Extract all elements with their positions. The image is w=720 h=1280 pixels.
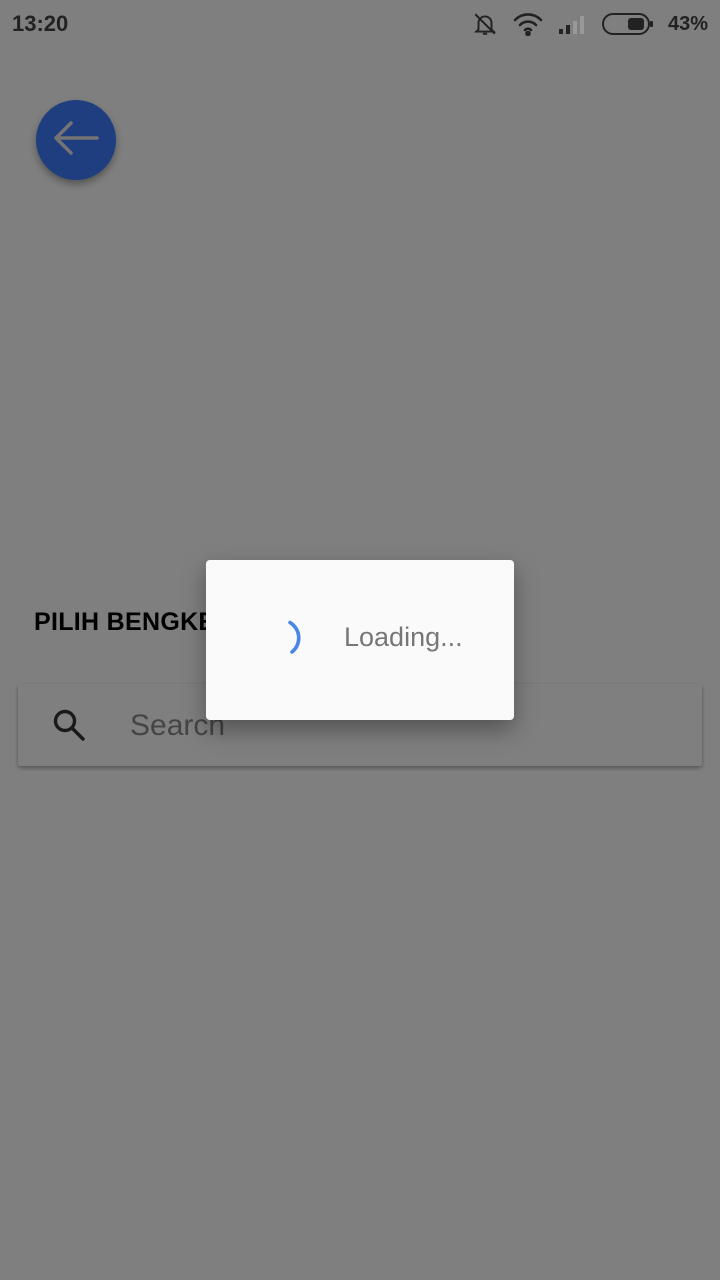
notifications-off-icon xyxy=(472,11,498,37)
loading-spinner-icon xyxy=(262,618,304,665)
battery-percentage: 43% xyxy=(667,12,708,35)
loading-text: Loading... xyxy=(344,622,463,652)
wifi-icon xyxy=(512,12,544,36)
signal-icon xyxy=(558,13,588,35)
status-time: 13:20 xyxy=(12,11,69,36)
status-icons: 43% xyxy=(472,11,708,37)
status-bar: 13:20 43% xyxy=(0,0,720,48)
battery-icon xyxy=(601,12,654,36)
